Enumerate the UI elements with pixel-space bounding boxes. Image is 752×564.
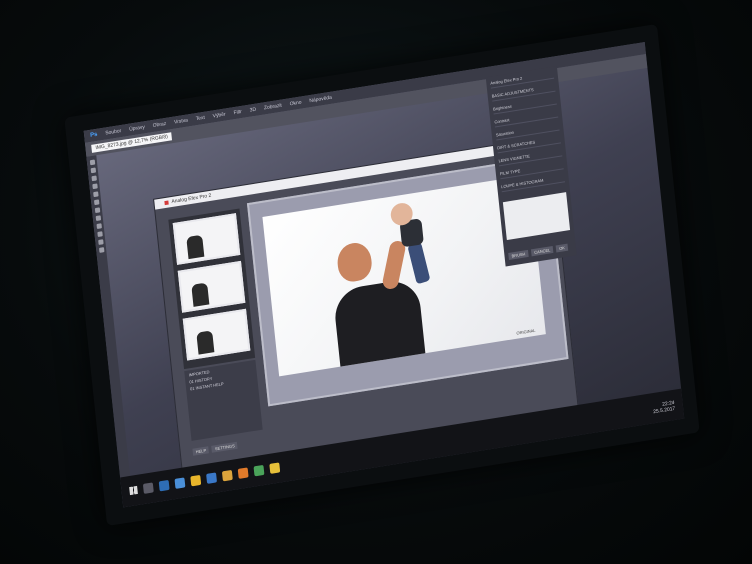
chrome-icon[interactable] [190,474,202,487]
gradient-tool-icon[interactable] [95,215,101,222]
folder-icon[interactable] [221,469,233,482]
app-icon[interactable] [253,464,265,477]
menu-item[interactable]: Soubor [105,128,122,136]
cancel-button[interactable]: CANCEL [530,245,554,257]
menu-item[interactable]: 3D [249,107,256,114]
monitor: Ps Soubor Úpravy Obraz Vrstva Text Výběr… [64,23,700,527]
search-icon[interactable] [142,482,154,494]
menu-item[interactable]: Text [196,115,206,122]
lightroom-icon[interactable] [206,472,218,484]
man-figure [332,277,426,371]
lasso-tool-icon[interactable] [90,175,97,182]
loupe-preview [502,192,571,241]
windows-start-icon[interactable] [129,485,138,496]
menu-item[interactable]: Úpravy [129,124,145,132]
preset-thumbnail[interactable] [172,213,241,265]
screen: Ps Soubor Úpravy Obraz Vrstva Text Výběr… [83,42,685,508]
tools-panel [86,155,130,478]
menu-item[interactable]: Filtr [233,109,242,116]
menu-item[interactable]: Obraz [152,121,166,129]
explorer-icon[interactable] [174,477,186,489]
preset-thumbnail[interactable] [177,260,246,313]
help-buttons: HELP SETTINGS [192,441,239,456]
menu-item[interactable]: Nápověda [309,95,332,105]
app-icon[interactable] [269,462,281,474]
history-panel: IMPORTED 01 HISTORY 01 INSTANT HELP [184,359,263,441]
text-tool-icon[interactable] [96,231,103,238]
brush-tool-icon[interactable] [92,191,99,198]
baby-legs [407,241,431,285]
marquee-tool-icon[interactable] [90,167,96,174]
menu-item[interactable]: Zobrazit [264,103,282,112]
zoom-tool-icon[interactable] [98,247,104,253]
menu-item[interactable]: Vrstva [174,117,188,125]
preset-filmstrip [168,208,256,370]
hand-tool-icon[interactable] [97,239,104,246]
preset-thumbnail[interactable] [182,308,251,361]
photoshop-logo-icon: Ps [89,131,98,139]
stamp-tool-icon[interactable] [93,199,99,206]
menu-item[interactable]: Výběr [212,111,226,119]
eraser-tool-icon[interactable] [94,207,100,214]
help-button[interactable]: HELP [192,446,210,456]
plugin-logo-icon [164,200,169,206]
photoshop-taskbar-icon[interactable] [158,479,170,492]
brush-button[interactable]: BRUSH [508,249,529,260]
man-head [335,240,374,284]
crop-tool-icon[interactable] [91,183,98,190]
photo-caption: ORIGINAL [516,327,536,336]
settings-button[interactable]: SETTINGS [211,441,239,453]
man-arm [381,239,407,291]
app-icon[interactable] [237,467,249,479]
action-buttons: BRUSH CANCEL OK [508,243,572,260]
menu-item[interactable]: Okno [289,99,301,107]
move-tool-icon[interactable] [89,159,95,166]
plugin-title: Analog Efex Pro 2 [171,192,212,206]
system-tray: 22:24 25.5.2017 [652,400,676,415]
ok-button[interactable]: OK [555,243,569,253]
pen-tool-icon[interactable] [95,223,102,230]
